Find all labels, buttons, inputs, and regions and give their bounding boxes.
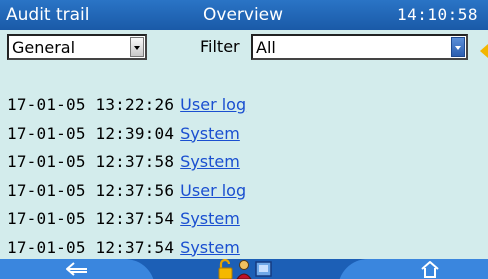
log-type-link[interactable]: User log: [180, 181, 246, 200]
filter-select[interactable]: All: [251, 34, 468, 60]
log-timestamp: 17-01-05 12:37:54: [7, 209, 175, 228]
audit-log-list: 17-01-05 13:22:26 User log 17-01-05 12:39…: [7, 94, 246, 265]
log-timestamp: 17-01-05 12:39:04: [7, 123, 175, 143]
view-title: Overview: [203, 5, 284, 25]
list-item: 17-01-05 12:37:54 System: [7, 208, 246, 237]
app-title: Audit trail: [6, 5, 90, 25]
log-type-link[interactable]: System: [180, 209, 240, 228]
log-timestamp: 17-01-05 12:37:56: [7, 180, 175, 200]
log-timestamp: 17-01-05 13:22:26: [7, 95, 175, 114]
list-item: 17-01-05 12:37:56 User log: [7, 180, 246, 209]
chevron-down-icon[interactable]: [130, 37, 144, 57]
log-type-link[interactable]: System: [180, 152, 240, 171]
monitor-icon: [255, 261, 272, 277]
home-button[interactable]: [338, 259, 488, 279]
log-type-link[interactable]: System: [180, 238, 240, 257]
category-select[interactable]: General: [7, 34, 147, 60]
log-timestamp: 17-01-05 12:37:58: [7, 152, 175, 171]
clock: 14:10:58: [396, 5, 478, 24]
bottom-bar: [0, 259, 488, 279]
status-icons: [218, 259, 272, 279]
log-timestamp: 17-01-05 12:37:54: [7, 237, 175, 257]
user-icon: [236, 260, 252, 279]
chevron-down-icon[interactable]: [451, 37, 465, 57]
back-arrow-icon[interactable]: [65, 261, 89, 277]
log-type-link[interactable]: System: [180, 124, 240, 143]
unlock-icon: [218, 259, 233, 279]
title-bar: Audit trail Overview 14:10:58: [0, 0, 488, 30]
list-item: 17-01-05 12:37:58 System: [7, 151, 246, 180]
filter-label: Filter: [200, 37, 240, 56]
scroll-marker-icon[interactable]: [480, 30, 488, 70]
list-item: 17-01-05 12:39:04 System: [7, 123, 246, 152]
category-select-value: General: [12, 38, 76, 57]
home-icon[interactable]: [420, 260, 440, 278]
filter-select-value: All: [256, 38, 276, 57]
list-item: 17-01-05 13:22:26 User log: [7, 94, 246, 123]
log-type-link[interactable]: User log: [180, 95, 246, 114]
